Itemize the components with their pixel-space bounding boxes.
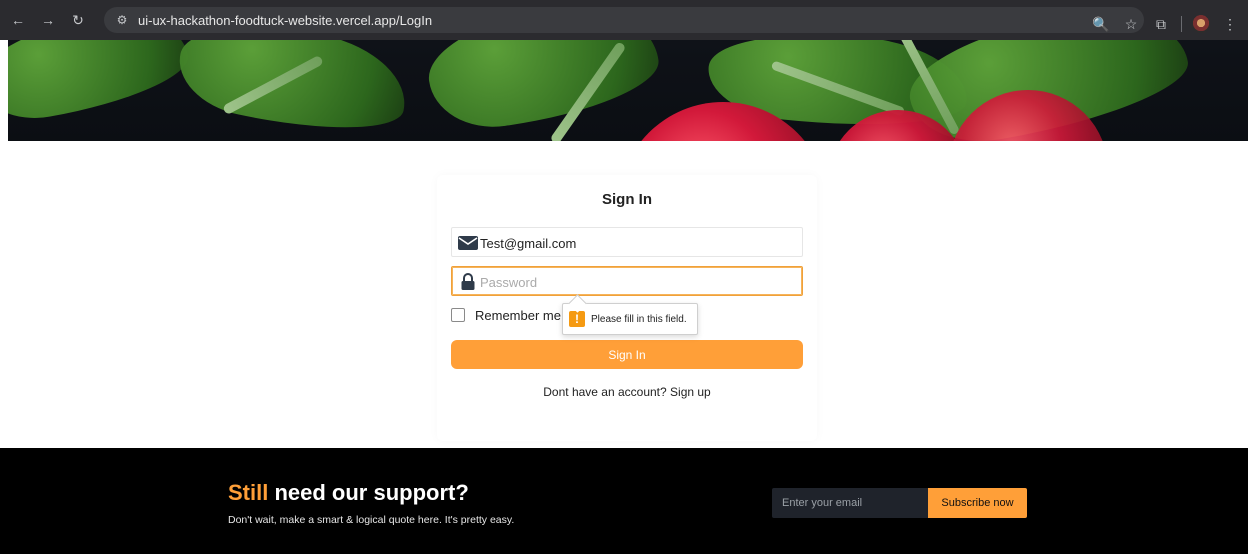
site-settings-icon[interactable]: ⚙ [110,11,134,29]
validation-tooltip: ! Please fill in this field. [562,303,698,335]
subscribe-button[interactable]: Subscribe now [928,488,1027,518]
support-title: Still need our support? [228,480,469,506]
password-input[interactable] [480,271,790,293]
address-bar[interactable]: ⚙ ui-ux-hackathon-foodtuck-website.verce… [104,7,1144,33]
back-icon[interactable]: ← [6,8,30,32]
remember-me[interactable]: Remember me [451,306,561,324]
browser-chrome: ← → ↻ ⚙ ui-ux-hackathon-foodtuck-website… [0,0,1248,40]
reload-icon[interactable]: ↻ [66,8,90,32]
extensions-icon[interactable]: ⧉ [1151,14,1171,34]
email-field[interactable] [451,227,803,257]
mail-icon [458,234,478,252]
signin-button[interactable]: Sign In [451,340,803,369]
leaf-shape [170,40,416,141]
footer: Still need our support? Don't wait, make… [0,448,1248,554]
email-input[interactable] [480,232,790,254]
support-title-accent: Still [228,480,269,505]
hero-banner-image [8,40,1248,141]
password-field[interactable] [451,266,803,296]
support-subtitle: Don't wait, make a smart & logical quote… [228,514,515,526]
signin-title: Sign In [602,191,652,208]
remember-checkbox[interactable] [451,308,465,322]
validation-message: Please fill in this field. [591,313,687,325]
zoom-icon[interactable]: 🔍 [1091,14,1111,34]
lock-icon [458,273,478,291]
forward-icon[interactable]: → [36,8,60,32]
browser-actions: 🔍 ☆ ⧉ ⋮ [1091,8,1240,40]
menu-icon[interactable]: ⋮ [1220,14,1240,34]
remember-label[interactable]: Remember me [475,308,561,323]
url-text[interactable]: ui-ux-hackathon-foodtuck-website.vercel.… [138,13,432,28]
browser-toolbar: ← → ↻ ⚙ ui-ux-hackathon-foodtuck-website… [0,4,1248,36]
leaf-shape [8,40,195,128]
signup-link[interactable]: Dont have an account? Sign up [437,385,817,399]
toolbar-divider [1181,16,1182,32]
profile-avatar[interactable] [1192,15,1210,33]
leaf-shape [421,40,665,136]
bookmark-icon[interactable]: ☆ [1121,14,1141,34]
support-title-rest: need our support? [268,480,469,505]
newsletter-email-input[interactable] [772,488,928,518]
warning-icon: ! [569,311,585,327]
